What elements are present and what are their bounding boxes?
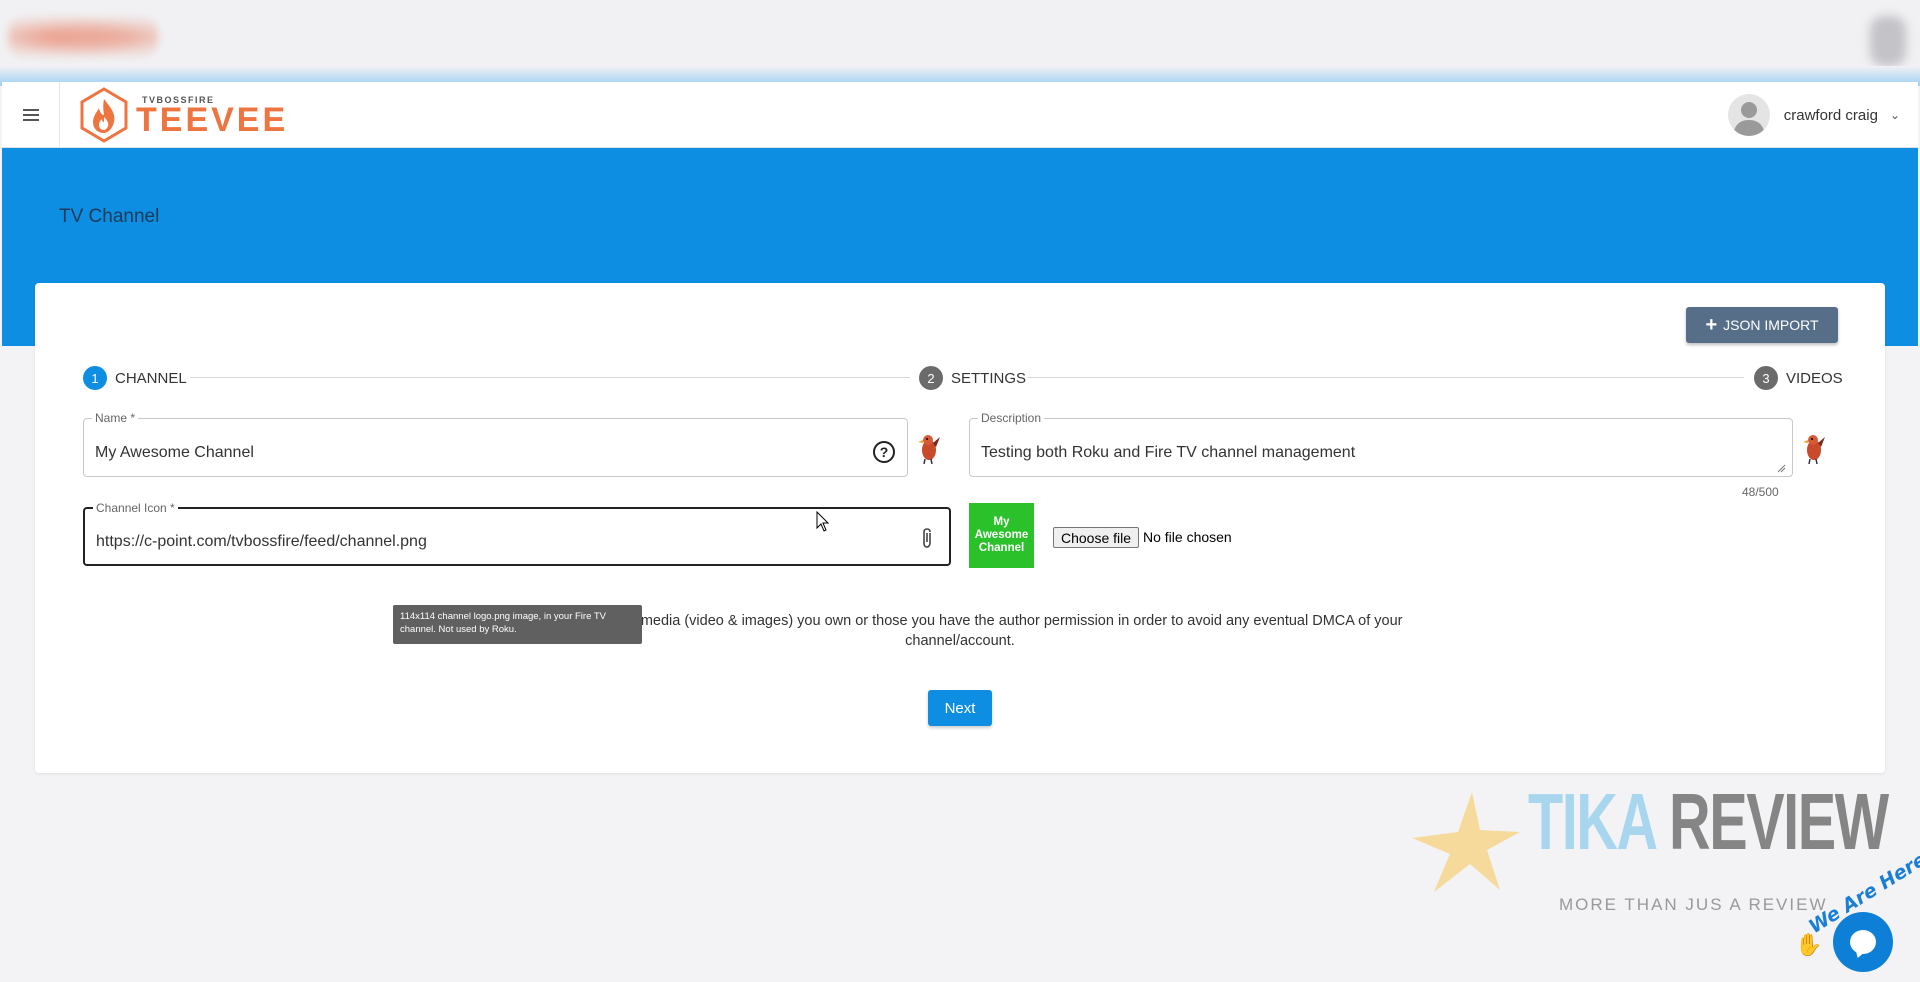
blurred-logo xyxy=(8,14,158,60)
json-import-button[interactable]: + JSON IMPORT xyxy=(1686,307,1838,343)
avatar xyxy=(1727,94,1770,136)
chat-bubble-icon xyxy=(1850,930,1876,954)
name-label: Name * xyxy=(92,411,139,425)
blurred-avatar xyxy=(1870,16,1906,66)
watermark-review: REVIEW xyxy=(1669,777,1889,866)
logo-title: TEEVEE xyxy=(136,101,289,139)
file-status: No file chosen xyxy=(1143,529,1232,545)
step-settings[interactable]: 2 SETTINGS xyxy=(919,366,1026,390)
channel-icon-tooltip: 114x114 channel logo.png image, in your … xyxy=(393,605,642,644)
chat-button[interactable] xyxy=(1833,912,1893,972)
app-logo[interactable]: TVBOSSFIRE TEEVEE xyxy=(76,86,288,144)
plus-icon: + xyxy=(1705,314,1718,336)
json-import-label: JSON IMPORT xyxy=(1723,317,1819,333)
step-number: 1 xyxy=(83,366,107,390)
stepper-connector xyxy=(1028,377,1744,378)
step-label: CHANNEL xyxy=(115,369,187,387)
name-value: My Awesome Channel xyxy=(95,444,254,461)
menu-icon[interactable] xyxy=(2,82,60,148)
channel-icon-preview: My Awesome Channel xyxy=(969,503,1034,568)
step-channel[interactable]: 1 CHANNEL xyxy=(83,366,187,390)
stepper-connector xyxy=(190,377,910,378)
resize-handle-icon[interactable] xyxy=(1776,463,1786,473)
channel-icon-label: Channel Icon * xyxy=(93,501,178,515)
bird-mascot-icon[interactable] xyxy=(1800,431,1826,465)
mouse-cursor-icon xyxy=(816,511,830,532)
bird-mascot-icon[interactable] xyxy=(915,431,941,465)
choose-file-button[interactable]: Choose file xyxy=(1053,527,1140,548)
watermark-tika: TIKA xyxy=(1528,777,1656,866)
watermark-title: TIKA REVIEW xyxy=(1528,782,1889,862)
description-field[interactable]: Description Testing both Roku and Fire T… xyxy=(969,411,1793,477)
waving-hand-icon: ✋ xyxy=(1795,932,1823,957)
channel-icon-value: https://c-point.com/tvbossfire/feed/chan… xyxy=(96,533,427,550)
character-count: 48/500 xyxy=(1742,485,1779,499)
step-number: 2 xyxy=(919,366,943,390)
watermark-tagline: MORE THAN JUS A REVIEW xyxy=(1559,895,1828,914)
description-label: Description xyxy=(978,411,1045,425)
user-name: crawford craig xyxy=(1783,106,1878,124)
page-title: TV Channel xyxy=(59,206,160,227)
watermark-star-icon xyxy=(1412,792,1520,892)
name-field[interactable]: Name * My Awesome Channel ? xyxy=(83,411,908,477)
description-value: Testing both Roku and Fire TV channel ma… xyxy=(981,444,1356,461)
user-menu[interactable]: crawford craig ⌄ xyxy=(1727,92,1900,138)
flame-logo-icon xyxy=(80,87,128,143)
paperclip-icon[interactable] xyxy=(920,527,934,549)
app-header: TVBOSSFIRE TEEVEE crawford craig ⌄ xyxy=(2,82,1918,148)
step-label: VIDEOS xyxy=(1786,369,1843,387)
step-videos[interactable]: 3 VIDEOS xyxy=(1754,366,1843,390)
step-label: SETTINGS xyxy=(951,369,1027,387)
chevron-down-icon: ⌄ xyxy=(1889,108,1900,122)
step-number: 3 xyxy=(1754,366,1778,390)
help-icon[interactable]: ? xyxy=(873,441,895,463)
next-button[interactable]: Next xyxy=(928,690,992,726)
